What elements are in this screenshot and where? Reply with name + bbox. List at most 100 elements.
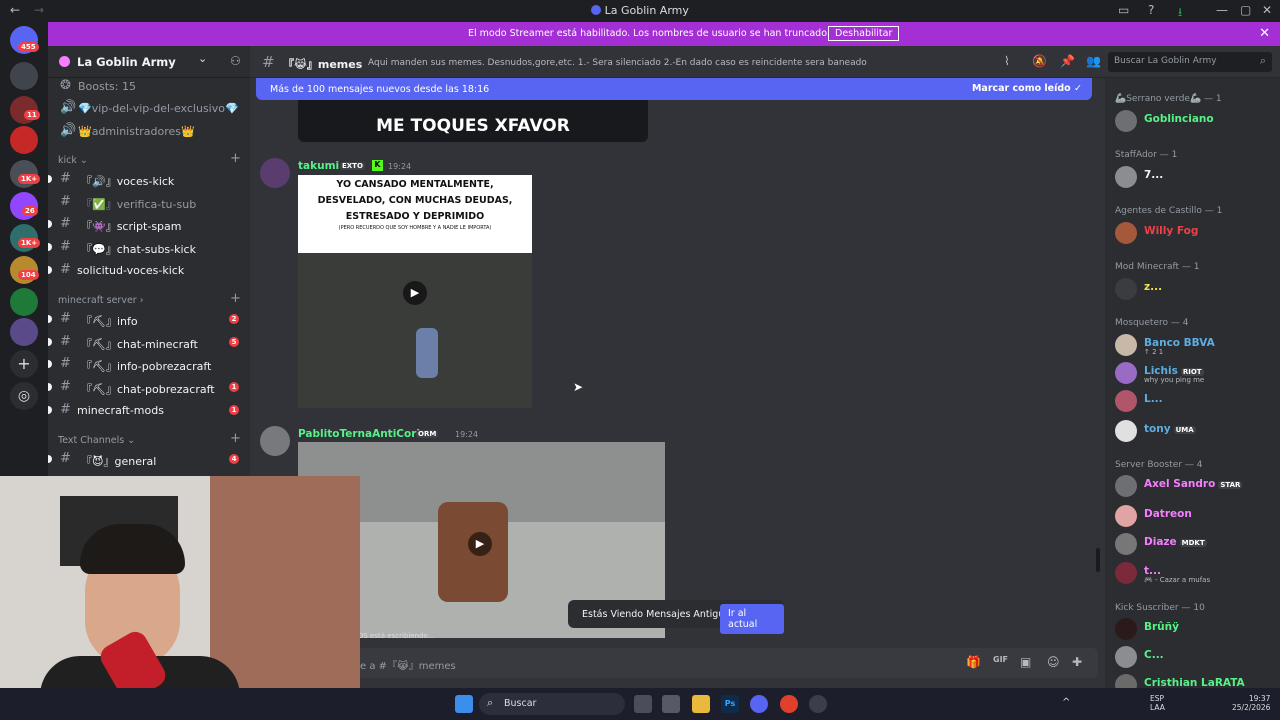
compass-icon[interactable]: ◎ (10, 382, 38, 410)
member-item[interactable]: L... (1115, 390, 1275, 416)
add-channel-icon[interactable]: + (230, 151, 241, 166)
channel-vip[interactable]: 🔊 💎vip-del-vip-del-exclusivo💎 (48, 98, 250, 118)
member-item[interactable]: Diaze MDKT (1115, 533, 1275, 559)
channel-admins[interactable]: 🔊 👑administradores👑 (48, 121, 250, 141)
channel-script-spam[interactable]: # 『👾』script-spam (48, 214, 250, 234)
scrollbar[interactable] (1096, 548, 1100, 572)
member-item[interactable]: Banco BBVA ↑ 2 1 (1115, 334, 1275, 360)
task-view-icon[interactable] (634, 695, 652, 713)
category-text-channels[interactable]: Text Channels ⌄ (58, 435, 135, 446)
channel-chat-pobrezacraft[interactable]: # 『⛏』chat-pobrezacraft 1 (48, 377, 250, 397)
app-icon[interactable] (809, 695, 827, 713)
threads-icon[interactable]: ⌇ (1004, 54, 1010, 68)
file-explorer-icon[interactable] (692, 695, 710, 713)
typing-indicator: DS está escribiendo... (358, 632, 435, 640)
avatar (1115, 618, 1137, 640)
message-author[interactable]: PablitoTernaAntiCoris (298, 428, 426, 440)
member-tag: MDKT (1179, 539, 1207, 547)
member-name: Diaze MDKT (1144, 536, 1207, 548)
language-indicator[interactable]: ESP LAA (1150, 694, 1165, 712)
sticker-icon[interactable]: ▣ (1020, 655, 1031, 669)
channel-info[interactable]: # 『⛏』info 2 (48, 309, 250, 329)
apps-icon[interactable]: ✚ (1072, 655, 1082, 669)
server-icon[interactable] (10, 126, 38, 154)
server-badge: 1K+ (18, 238, 41, 248)
video-attachment[interactable]: ▶ (298, 253, 532, 408)
chrome-icon[interactable] (780, 695, 798, 713)
video-figure (416, 328, 438, 378)
avatar (1115, 562, 1137, 584)
emoji-icon[interactable]: ☺ (1047, 655, 1060, 669)
server-icon[interactable] (10, 288, 38, 316)
member-item[interactable]: Datreon (1115, 505, 1275, 531)
play-icon[interactable]: ▶ (468, 532, 492, 556)
tray-chevron-icon[interactable]: ^ (1062, 697, 1070, 708)
server-icon[interactable] (10, 318, 38, 346)
mute-bell-icon[interactable]: 🔕 (1032, 54, 1047, 68)
member-item[interactable]: Axel Sandro STAR (1115, 475, 1275, 501)
member-name: 7... (1144, 169, 1164, 181)
disable-streamer-button[interactable]: Deshabilitar (828, 26, 900, 41)
play-icon[interactable]: ▶ (403, 281, 427, 305)
member-item[interactable]: C... (1115, 646, 1275, 672)
inbox-icon[interactable]: ▭ (1118, 3, 1129, 17)
message-composer[interactable]: e a #『😹』memes 🎁 GIF ▣ ☺ ✚ (256, 648, 1098, 678)
server-header[interactable]: La Goblin Army ⌄ ⚇ (48, 46, 250, 78)
download-icon[interactable]: ⭳ (1178, 3, 1182, 24)
category-minecraft[interactable]: minecraft server › (58, 295, 144, 306)
member-item[interactable]: 7... (1115, 166, 1275, 192)
photoshop-icon[interactable]: Ps (721, 695, 739, 713)
channel-verifica-tu-sub[interactable]: # 『✅』verifica-tu-sub (48, 192, 250, 212)
add-member-icon[interactable]: ⚇ (230, 54, 241, 68)
channel-chat-minecraft[interactable]: # 『⛏』chat-minecraft 5 (48, 332, 250, 352)
add-channel-icon[interactable]: + (230, 431, 241, 446)
member-item[interactable]: Willy Fog (1115, 222, 1275, 248)
category-kick[interactable]: kick ⌄ (58, 155, 88, 166)
channel-info-pobrezacraft[interactable]: # 『⛏』info-pobrezacraft (48, 354, 250, 374)
close-icon[interactable]: ✕ (1259, 26, 1270, 41)
search-input[interactable]: Buscar La Goblin Army ⌕ (1108, 52, 1272, 72)
mark-read-button[interactable]: Marcar como leído ✓ (972, 83, 1082, 94)
channel-chat-subs-kick[interactable]: # 『💬』chat-subs-kick (48, 237, 250, 257)
member-item[interactable]: z... (1115, 278, 1275, 304)
add-channel-icon[interactable]: + (230, 291, 241, 306)
windows-start-icon[interactable] (455, 695, 473, 713)
channel-voces-kick[interactable]: # 『🔊』voces-kick (48, 169, 250, 189)
member-list-icon[interactable]: 👥 (1086, 54, 1101, 68)
hash-icon: # (262, 53, 275, 71)
member-item[interactable]: Lichis RIOT why you ping me (1115, 362, 1275, 388)
channel-minecraft-mods[interactable]: # minecraft-mods 1 (48, 400, 250, 420)
add-server-icon[interactable]: + (10, 350, 38, 378)
new-messages-bar[interactable]: Más de 100 mensajes nuevos desde las 18:… (256, 78, 1092, 100)
jump-to-present-button[interactable]: Ir al actual (720, 604, 784, 634)
channel-general[interactable]: # 『😈』general 4 (48, 449, 250, 469)
member-item[interactable]: Goblinciano (1115, 110, 1275, 136)
boosts-item[interactable]: ❂ Boosts: 15 (48, 76, 250, 96)
maximize-icon[interactable]: ▢ (1240, 3, 1251, 17)
discord-icon[interactable] (750, 695, 768, 713)
avatar[interactable] (260, 158, 290, 188)
channel-solicitud-voces-kick[interactable]: # solicitud-voces-kick (48, 260, 250, 280)
gift-icon[interactable]: 🎁 (966, 655, 981, 669)
member-name: Willy Fog (1144, 225, 1199, 237)
channel-topic[interactable]: Aqui manden sus memes. Desnudos,gore,etc… (368, 58, 867, 68)
member-item[interactable]: Brûñÿ (1115, 618, 1275, 644)
clock[interactable]: 19:37 25/2/2026 (1232, 694, 1270, 712)
image-attachment[interactable]: ME TOQUES XFAVOR (298, 100, 648, 142)
member-item[interactable]: tony UMA (1115, 420, 1275, 446)
server-badge: 11 (24, 110, 40, 120)
gif-icon[interactable]: GIF (993, 655, 1008, 664)
streamer-mode-message: El modo Streamer está habilitado. Los no… (468, 28, 830, 39)
app-icon[interactable] (662, 695, 680, 713)
server-icon[interactable] (10, 62, 38, 90)
taskbar-search[interactable]: ⌕ Buscar (479, 693, 625, 715)
close-window-icon[interactable]: ✕ (1262, 3, 1272, 17)
member-name: C... (1144, 649, 1164, 661)
minimize-icon[interactable]: — (1216, 3, 1228, 17)
pin-icon[interactable]: 📌 (1060, 54, 1075, 68)
channel-header: # 『😹』memes Aqui manden sus memes. Desnud… (250, 46, 1280, 78)
member-item[interactable]: t... 🎮 - Cazar a mufas (1115, 562, 1275, 588)
avatar[interactable] (260, 426, 290, 456)
help-icon[interactable]: ? (1148, 3, 1154, 17)
message-author[interactable]: takumi (298, 160, 339, 172)
